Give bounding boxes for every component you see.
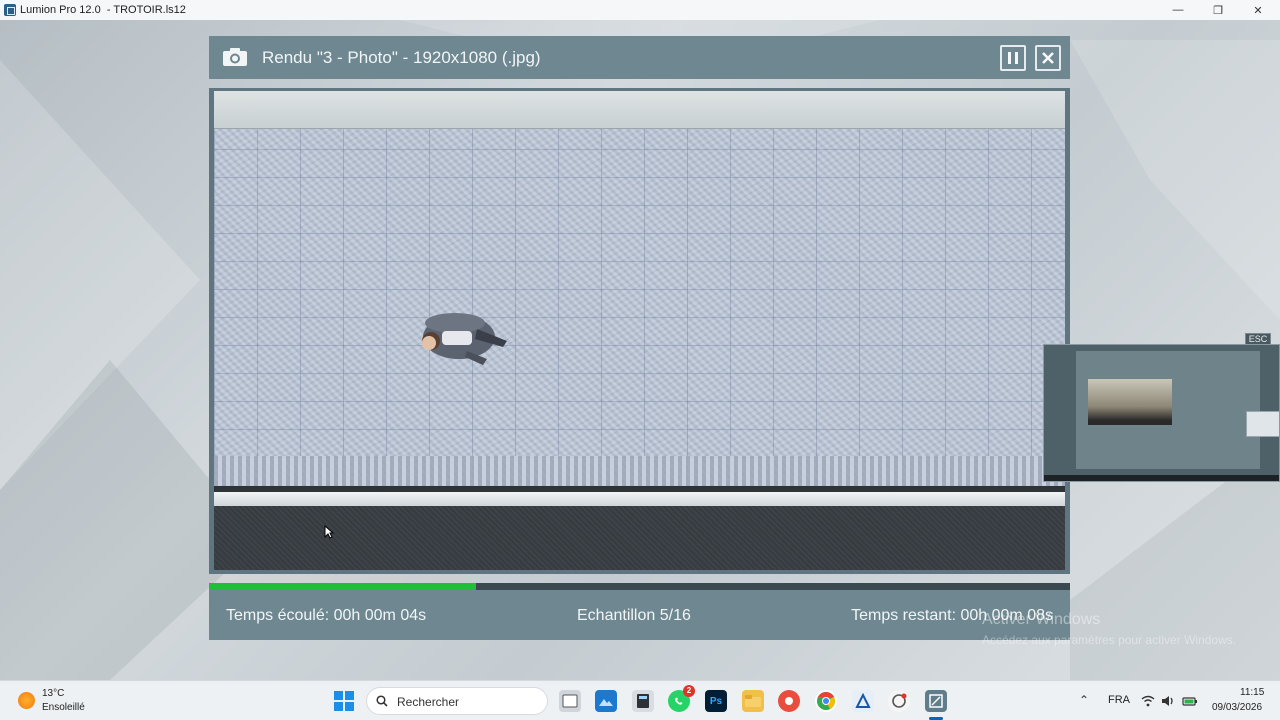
whatsapp-app-icon[interactable]: 2 bbox=[668, 685, 695, 712]
activate-windows-hint: Accédez aux paramètres pour activer Wind… bbox=[982, 633, 1237, 647]
asphalt-road bbox=[214, 506, 1065, 570]
camera-icon bbox=[223, 48, 247, 66]
sketchup-app-icon[interactable] bbox=[852, 690, 874, 712]
preview-taskbar-strip bbox=[1044, 475, 1279, 481]
elapsed-time: Temps écoulé: 00h 00m 04s bbox=[226, 607, 427, 624]
task-view-icon[interactable] bbox=[559, 690, 581, 712]
clock-date[interactable]: 09/03/2026 bbox=[1212, 702, 1262, 713]
close-window-button[interactable]: ✕ bbox=[1240, 0, 1276, 20]
volume-icon[interactable] bbox=[1160, 693, 1176, 709]
render-progress-fill bbox=[209, 583, 476, 590]
walking-person-figure bbox=[422, 313, 507, 365]
photoshop-app-icon[interactable]: Ps bbox=[705, 690, 727, 712]
restore-button[interactable]: ❐ bbox=[1200, 0, 1236, 20]
sample-counter: Echantillon 5/16 bbox=[577, 607, 691, 624]
screen-recorder-icon[interactable] bbox=[888, 690, 910, 712]
minimize-button[interactable]: — bbox=[1160, 0, 1196, 20]
clock-time[interactable]: 11:15 bbox=[1240, 687, 1264, 698]
pause-icon bbox=[1008, 52, 1018, 64]
weather-description[interactable]: Ensoleillé bbox=[42, 702, 85, 713]
window-preview-thumbnail[interactable] bbox=[1043, 344, 1280, 482]
window-title: Lumion Pro 12.0 - TROTOIR.ls12 bbox=[20, 4, 186, 16]
taskbar-search[interactable]: Rechercher bbox=[366, 687, 548, 715]
calculator-app-icon[interactable] bbox=[632, 690, 654, 712]
activate-windows-watermark: Activer Windows bbox=[982, 611, 1101, 628]
weather-temperature[interactable]: 13°C bbox=[42, 688, 64, 699]
start-button[interactable] bbox=[334, 691, 354, 711]
search-placeholder: Rechercher bbox=[397, 695, 460, 709]
render-title: Rendu "3 - Photo" - 1920x1080 (.jpg) bbox=[262, 48, 541, 67]
pdf-app-icon[interactable] bbox=[778, 690, 800, 712]
windows-logo-tile bbox=[334, 691, 343, 700]
whatsapp-notification-badge: 2 bbox=[683, 685, 695, 697]
preview-side-window bbox=[1246, 411, 1279, 437]
taskbar: 13°C Ensoleillé Rechercher 2 Ps ⌃ FRA 11… bbox=[0, 680, 1280, 720]
render-header: Rendu "3 - Photo" - 1920x1080 (.jpg) bbox=[209, 36, 1070, 79]
paving-edge bbox=[214, 456, 1065, 486]
preview-render-image bbox=[1088, 379, 1172, 425]
mouse-cursor-icon bbox=[324, 525, 334, 539]
windows-logo-tile bbox=[345, 691, 354, 700]
pause-button[interactable] bbox=[1000, 45, 1026, 71]
input-language[interactable]: FRA bbox=[1108, 694, 1130, 706]
render-frame bbox=[209, 88, 1070, 574]
show-hidden-icons-chevron-icon[interactable]: ⌃ bbox=[1079, 693, 1089, 707]
lumion-app-icon bbox=[4, 4, 16, 16]
render-preview-image bbox=[214, 91, 1065, 570]
paving-surface bbox=[214, 129, 1065, 486]
windows-logo-tile bbox=[345, 702, 354, 711]
sun-weather-icon[interactable] bbox=[18, 692, 35, 709]
preview-window-content bbox=[1076, 351, 1260, 469]
cancel-render-button[interactable] bbox=[1035, 45, 1061, 71]
render-progress-bar bbox=[209, 583, 1070, 590]
lumion-taskbar-icon[interactable] bbox=[925, 690, 947, 712]
render-status-bar: Temps écoulé: 00h 00m 04s Echantillon 5/… bbox=[209, 590, 1070, 640]
chrome-app-icon[interactable] bbox=[815, 690, 837, 712]
curb bbox=[214, 492, 1065, 506]
search-icon bbox=[376, 695, 388, 707]
file-explorer-icon[interactable] bbox=[742, 690, 764, 712]
wall-top bbox=[214, 91, 1065, 129]
window-titlebar: Lumion Pro 12.0 - TROTOIR.ls12 — ❐ ✕ bbox=[0, 0, 1280, 20]
windows-logo-tile bbox=[334, 702, 343, 711]
battery-icon[interactable] bbox=[1182, 693, 1198, 709]
photos-app-icon[interactable] bbox=[595, 690, 617, 712]
wifi-icon[interactable] bbox=[1140, 693, 1156, 709]
close-icon bbox=[1042, 52, 1054, 64]
